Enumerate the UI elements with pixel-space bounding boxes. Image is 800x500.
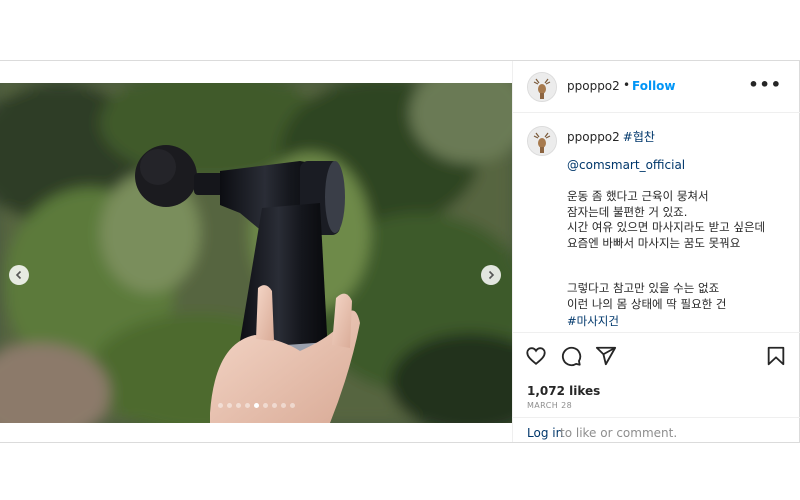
- caption-header: ppoppo2 #협찬: [567, 128, 655, 145]
- carousel-dot: [253, 403, 259, 408]
- login-prompt-text: to like or comment.: [560, 426, 678, 440]
- deer-avatar-icon: [528, 73, 556, 101]
- caption-username[interactable]: ppoppo2: [567, 130, 620, 144]
- chevron-left-icon: [15, 270, 22, 280]
- carousel-dot: [235, 403, 241, 408]
- carousel-dot: [280, 403, 286, 408]
- login-prompt: Log in to like or comment.: [513, 417, 800, 444]
- post-actions: 1,072 likes MARCH 28 Log in to like or c…: [513, 332, 800, 443]
- header-username[interactable]: ppoppo2: [567, 79, 620, 93]
- instagram-post: ppoppo2 • Follow ••• ppoppo2 #협찬 @comsmar…: [0, 60, 800, 443]
- follow-button[interactable]: Follow: [632, 79, 676, 93]
- post-side-panel: ppoppo2 • Follow ••• ppoppo2 #협찬 @comsmar…: [512, 61, 800, 442]
- heart-icon[interactable]: [525, 345, 547, 371]
- login-link[interactable]: Log in: [527, 426, 563, 440]
- share-icon[interactable]: [595, 345, 617, 371]
- post-header: ppoppo2 • Follow •••: [513, 61, 800, 113]
- caption-avatar[interactable]: [527, 126, 557, 156]
- deer-avatar-icon: [528, 127, 556, 155]
- carousel-prev-button[interactable]: [9, 265, 29, 285]
- comment-icon[interactable]: [560, 345, 582, 371]
- likes-count[interactable]: 1,072 likes: [527, 384, 600, 398]
- carousel-dot: [271, 403, 277, 408]
- chevron-right-icon: [488, 270, 495, 280]
- header-separator: •: [623, 78, 631, 92]
- caption-mention[interactable]: @comsmart_official: [567, 158, 685, 172]
- post-caption: ppoppo2 #협찬 @comsmart_official 운동 좀 했다고 근…: [513, 113, 800, 331]
- avatar[interactable]: [527, 72, 557, 102]
- caption-hashtag[interactable]: #마사지건: [567, 313, 619, 329]
- caption-paragraph-1: 운동 좀 했다고 근육이 뭉쳐서 잠자는데 불편한 거 있죠. 시간 여유 있으…: [567, 189, 766, 250]
- more-horizontal-icon[interactable]: •••: [748, 75, 782, 94]
- carousel-dot: [289, 403, 295, 408]
- carousel-next-button[interactable]: [481, 265, 501, 285]
- bookmark-icon[interactable]: [765, 345, 787, 371]
- carousel-dot: [226, 403, 232, 408]
- caption-tag[interactable]: #협찬: [623, 130, 655, 144]
- carousel-dot: [244, 403, 250, 408]
- carousel-dots: [0, 403, 512, 408]
- post-media-carousel[interactable]: [0, 83, 512, 423]
- post-date[interactable]: MARCH 28: [527, 401, 572, 410]
- massage-gun-photo: [0, 83, 512, 423]
- carousel-dot: [217, 403, 223, 408]
- caption-paragraph-2: 그렇다고 참고만 있을 수는 없죠 이런 나의 몸 상태에 딱 필요한 건: [567, 281, 727, 311]
- carousel-dot: [262, 403, 268, 408]
